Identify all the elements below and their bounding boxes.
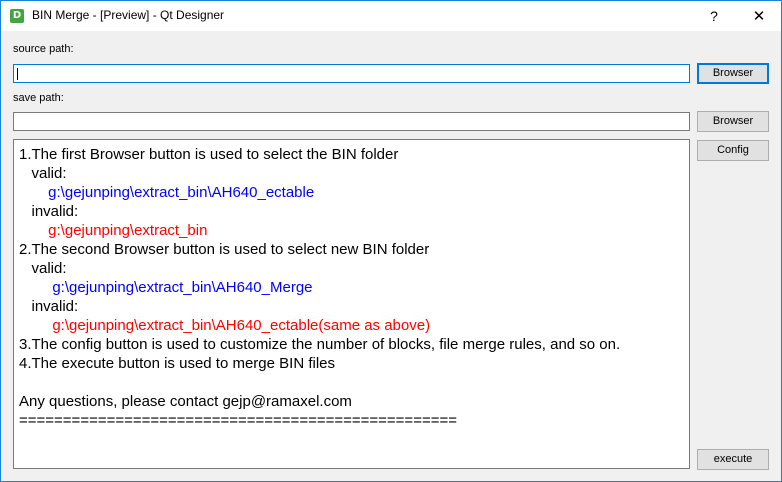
info-text-line: g:\gejunping\extract_bin\AH640_ectable (19, 184, 315, 201)
info-text-line: valid: (19, 165, 67, 182)
source-path-input[interactable] (13, 64, 690, 83)
qt-designer-app-icon: D (10, 9, 24, 23)
info-text-line: invalid: (19, 298, 79, 315)
info-text-line: 4.The execute button is used to merge BI… (19, 355, 336, 372)
info-text-line: invalid: (19, 203, 79, 220)
info-text-line: 1.The first Browser button is used to se… (19, 146, 399, 163)
source-path-label: source path: (13, 43, 74, 55)
source-browse-button[interactable]: Browser (697, 63, 769, 84)
config-button[interactable]: Config (697, 140, 769, 161)
info-text-line: Any questions, please contact gejp@ramax… (19, 393, 352, 410)
info-text-line: g:\gejunping\extract_bin\AH640_Merge (19, 279, 313, 296)
info-text-line: ========================================… (19, 412, 457, 429)
text-caret (17, 68, 18, 80)
close-button[interactable]: ✕ (737, 1, 781, 31)
execute-button[interactable]: execute (697, 449, 769, 470)
info-text-line: g:\gejunping\extract_bin (19, 222, 208, 239)
save-path-input[interactable] (13, 112, 690, 131)
info-text-line: 2.The second Browser button is used to s… (19, 241, 430, 258)
save-browse-button[interactable]: Browser (697, 111, 769, 132)
info-text-line (19, 373, 689, 392)
info-text-line: g:\gejunping\extract_bin\AH640_ectable(s… (19, 317, 431, 334)
info-text-line: 3.The config button is used to customize… (19, 336, 621, 353)
window-title: BIN Merge - [Preview] - Qt Designer (32, 8, 225, 22)
main-window: D BIN Merge - [Preview] - Qt Designer ? … (0, 0, 782, 482)
info-text-area[interactable]: 1.The first Browser button is used to se… (13, 139, 690, 469)
title-bar[interactable]: D BIN Merge - [Preview] - Qt Designer ? … (1, 1, 781, 31)
help-button[interactable]: ? (691, 1, 737, 31)
info-text-line: valid: (19, 260, 67, 277)
save-path-label: save path: (13, 92, 64, 104)
